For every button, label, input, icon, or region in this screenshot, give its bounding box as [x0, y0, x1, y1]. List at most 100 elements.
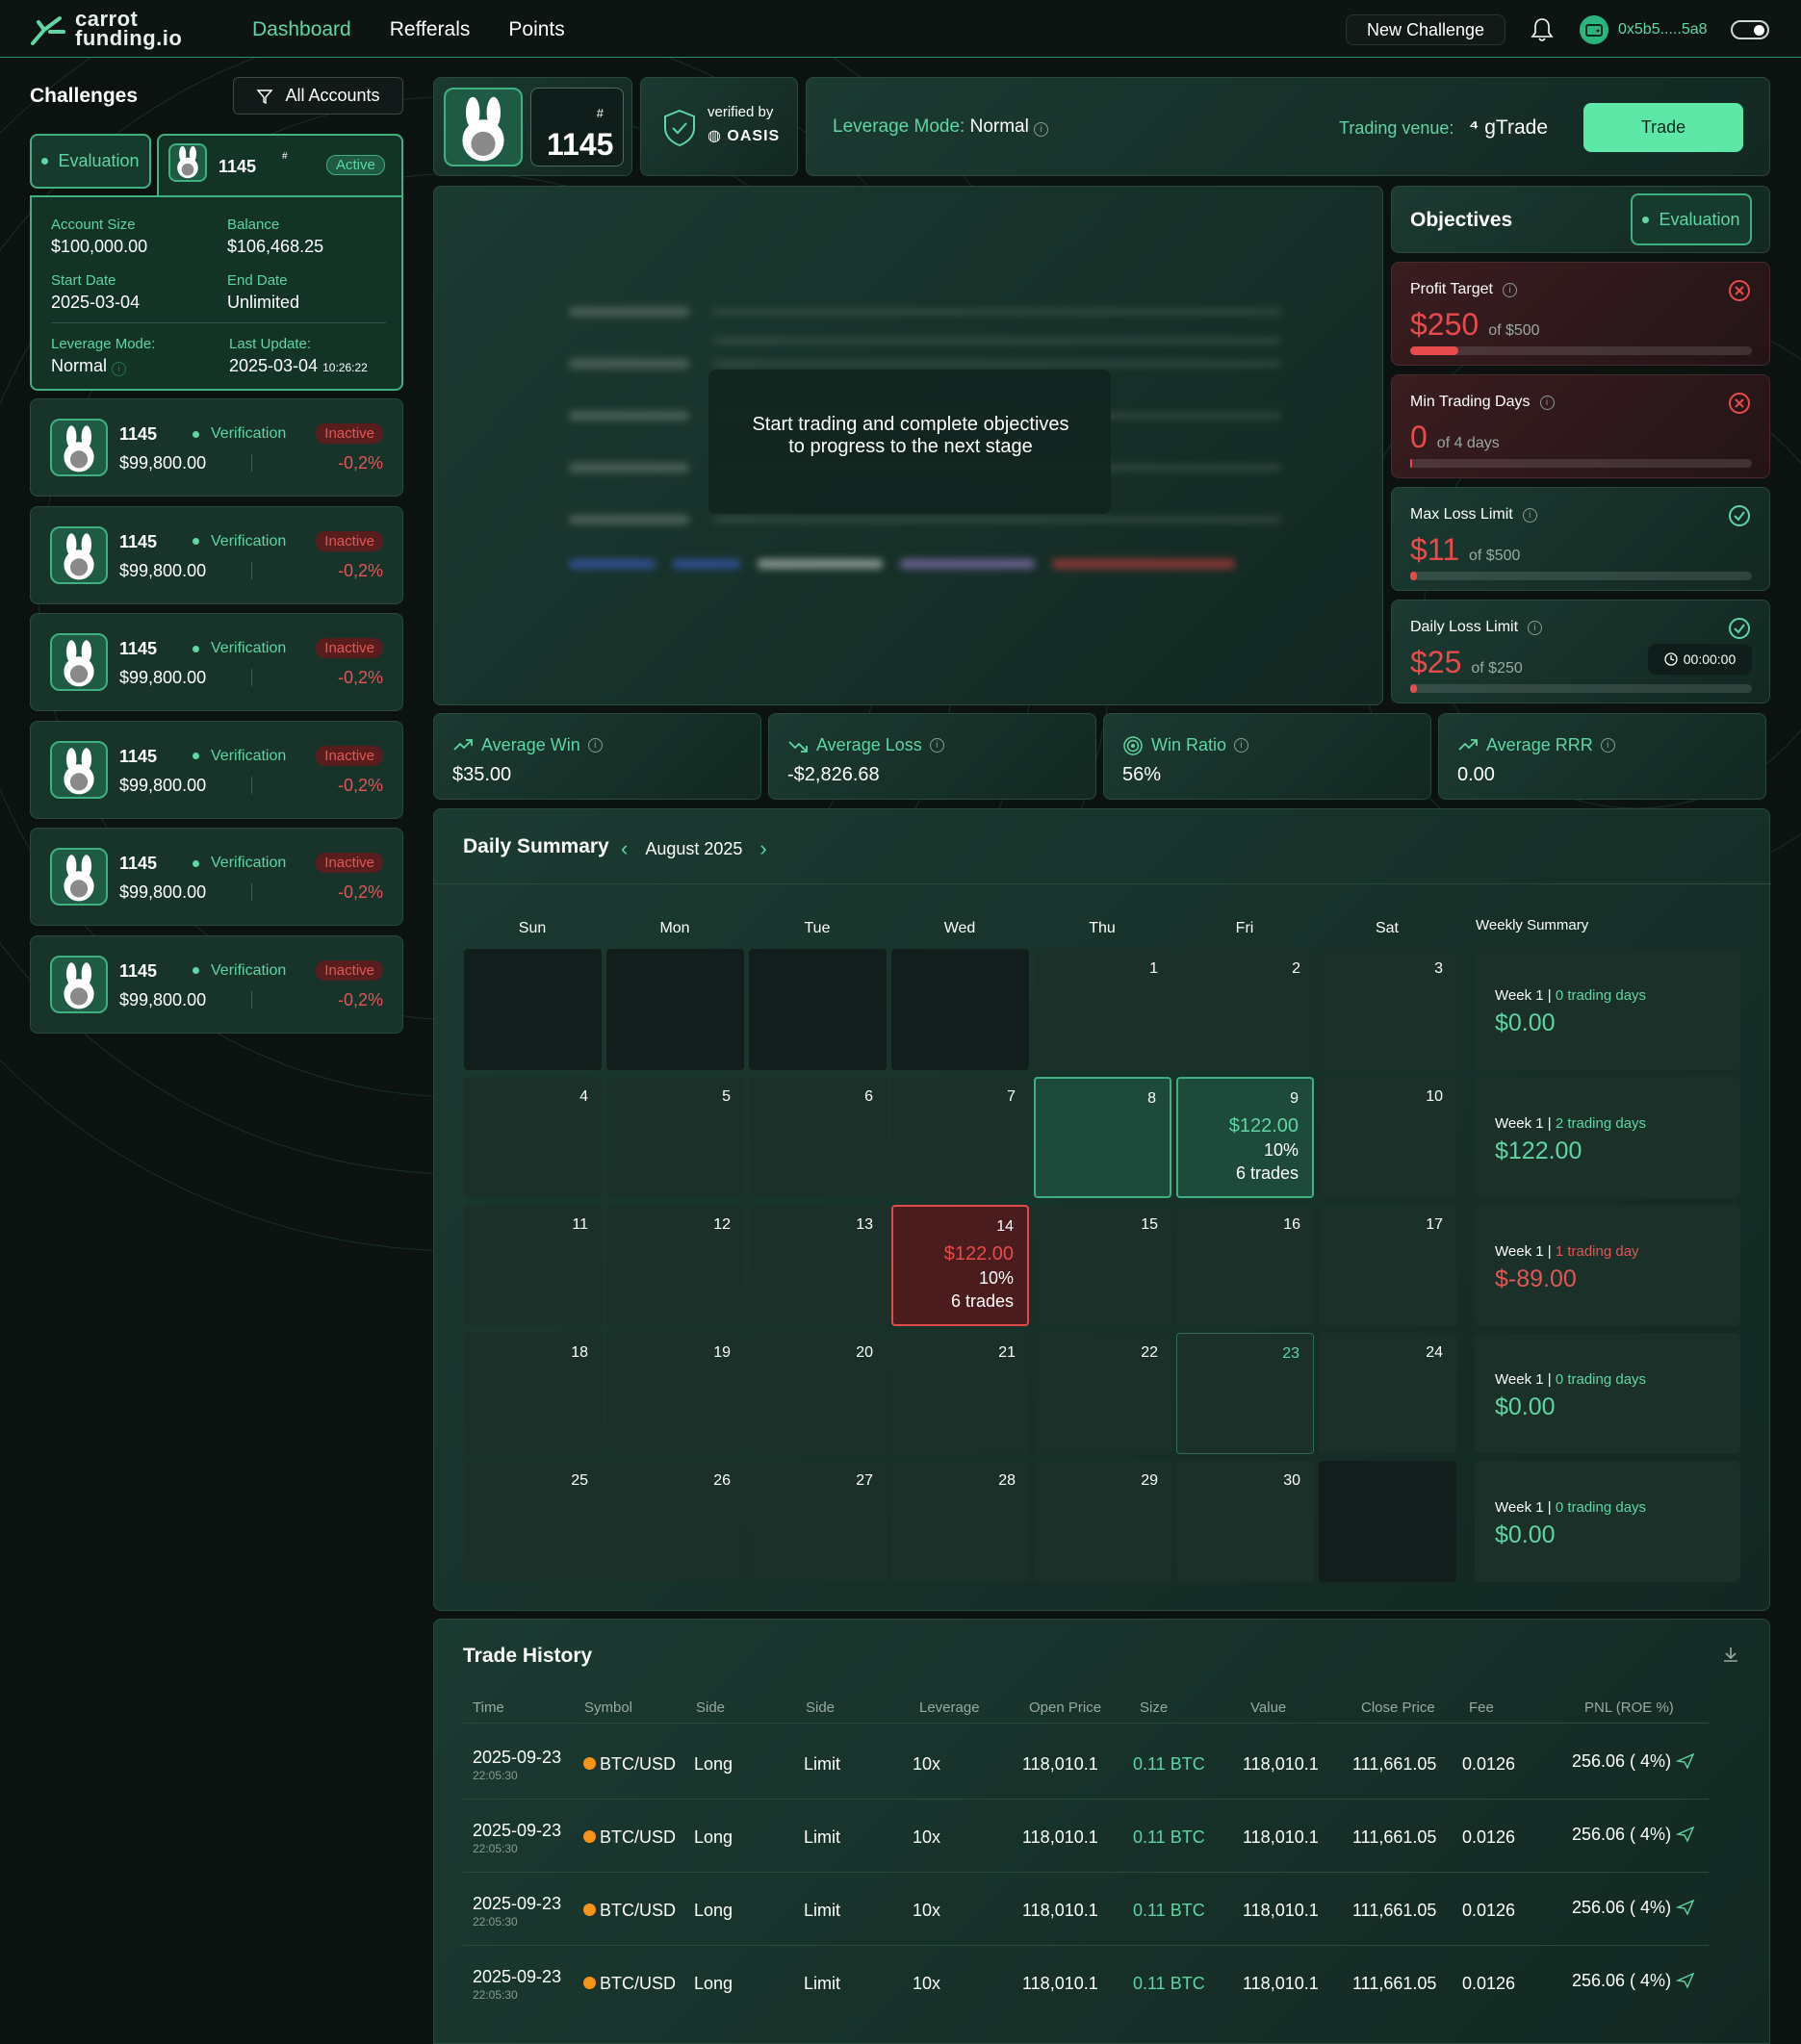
active-account-tab[interactable]: 1145 # Active	[157, 134, 403, 197]
calendar-day[interactable]: 25	[464, 1461, 602, 1582]
trade-type: Limit	[804, 1827, 841, 1847]
trade-symbol: BTC/USD	[583, 1901, 676, 1921]
info-icon[interactable]: i	[1502, 282, 1517, 297]
calendar-day[interactable]: 19	[606, 1333, 744, 1454]
column-header: Leverage	[919, 1699, 980, 1716]
nav-points[interactable]: Points	[508, 18, 564, 41]
theme-toggle[interactable]	[1731, 20, 1769, 39]
account-card[interactable]: 1145 Verification Inactive $99,800.00 -0,2%	[30, 934, 403, 1034]
chevron-left-icon[interactable]: ‹	[621, 836, 628, 861]
account-card[interactable]: 1145 Verification Inactive $99,800.00 -0,2%	[30, 398, 403, 497]
calendar-day[interactable]: 18	[464, 1333, 602, 1454]
objectives-evaluation-badge[interactable]: Evaluation	[1631, 193, 1752, 245]
target-icon	[1123, 735, 1143, 755]
calendar-day[interactable]: 21	[891, 1333, 1029, 1454]
weekly-amount: $0.00	[1495, 1009, 1556, 1036]
trade-row[interactable]: 2025-09-23 22:05:30 BTC/USD Long Limit 10x 118…	[434, 1872, 1771, 1945]
info-icon[interactable]: i	[112, 362, 127, 376]
calendar-day[interactable]: 26	[606, 1461, 744, 1582]
btc-coin-icon	[583, 1757, 596, 1770]
trade-button[interactable]: Trade	[1583, 103, 1743, 152]
calendar-day[interactable]: 28	[891, 1461, 1029, 1582]
active-account-card[interactable]: 1145 # Active Account Size $100,000.00 B…	[30, 134, 403, 391]
account-card[interactable]: 1145 Verification Inactive $99,800.00 -0,2%	[30, 828, 403, 926]
end-date: End Date Unlimited	[227, 272, 300, 312]
check-circle-icon	[1729, 505, 1750, 526]
info-icon[interactable]: i	[929, 738, 944, 753]
calendar-day[interactable]: 30	[1176, 1461, 1314, 1582]
calendar-day[interactable]: 15	[1034, 1205, 1171, 1326]
send-icon[interactable]	[1675, 1899, 1695, 1916]
calendar-day[interactable]: 29	[1034, 1461, 1171, 1582]
calendar-day[interactable]: 13	[749, 1205, 887, 1326]
trade-row[interactable]: 2025-09-23 22:05:30 BTC/USD Long Limit 10x 118…	[434, 1945, 1771, 2018]
calendar-day[interactable]: 7	[891, 1077, 1029, 1198]
trade-row[interactable]: 2025-09-23 22:05:30 BTC/USD Long Limit 10x 118…	[434, 1725, 1771, 1799]
account-card[interactable]: 1145 Verification Inactive $99,800.00 -0,2%	[30, 720, 403, 819]
account-status: Verification	[193, 962, 286, 980]
info-icon[interactable]: i	[587, 738, 603, 753]
daily-summary-panel: Daily Summary ‹ August 2025 › Sun Mon Tue W…	[433, 808, 1771, 1611]
calendar-day[interactable]: 27	[749, 1461, 887, 1582]
column-header: Time	[473, 1699, 504, 1716]
calendar-day[interactable]: 2	[1176, 949, 1314, 1070]
calendar-day[interactable]: 3	[1319, 949, 1456, 1070]
info-icon[interactable]: i	[1034, 122, 1049, 137]
equity-chart-placeholder: Start trading and complete objectives to…	[433, 186, 1383, 705]
x-circle-icon	[1729, 393, 1750, 414]
trading-venue-label: Trading venue:	[1339, 118, 1454, 138]
calendar-day[interactable]: 10	[1319, 1077, 1456, 1198]
calendar-day[interactable]: 24	[1319, 1333, 1456, 1454]
wallet-button[interactable]: 0x5b5.....5a8	[1580, 15, 1708, 44]
calendar-day[interactable]: 23	[1176, 1333, 1314, 1454]
brand-logo[interactable]: carrot funding.io	[29, 9, 182, 49]
calendar-day[interactable]: 16	[1176, 1205, 1314, 1326]
account-number: 1145	[119, 854, 158, 873]
account-status: Verification	[193, 533, 286, 550]
calendar-day[interactable]: 22	[1034, 1333, 1171, 1454]
account-card[interactable]: 1145 Verification Inactive $99,800.00 -0,2%	[30, 613, 403, 711]
trade-close: 111,661.05	[1352, 1754, 1437, 1774]
download-icon[interactable]	[1721, 1645, 1740, 1664]
send-icon[interactable]	[1675, 1972, 1695, 1989]
account-id-box: # 1145	[433, 77, 632, 176]
trade-leverage: 10x	[913, 1901, 941, 1920]
nav-dashboard[interactable]: Dashboard	[252, 18, 351, 41]
info-icon[interactable]: i	[1600, 738, 1615, 753]
calendar-day[interactable]: 9 $122.00 10% 6 trades	[1176, 1077, 1314, 1198]
calendar-day[interactable]: 20	[749, 1333, 887, 1454]
bell-icon[interactable]	[1531, 17, 1554, 42]
send-icon[interactable]	[1675, 1752, 1695, 1770]
calendar-day[interactable]: 6	[749, 1077, 887, 1198]
send-icon[interactable]	[1675, 1826, 1695, 1843]
nav-referrals[interactable]: Refferals	[390, 18, 471, 41]
info-icon[interactable]: i	[1528, 620, 1543, 635]
trade-row[interactable]: 2025-09-23 22:05:30 BTC/USD Long Limit 10x 118…	[434, 1799, 1771, 1872]
chevron-right-icon[interactable]: ›	[759, 836, 766, 861]
calendar-day[interactable]: 14 $122.00 10% 6 trades	[891, 1205, 1029, 1326]
calendar-day[interactable]: 11	[464, 1205, 602, 1326]
wallet-icon	[1580, 15, 1608, 44]
trade-open: 118,010.1	[1022, 1974, 1098, 1993]
objective-name: Daily Loss Limit i	[1410, 619, 1543, 636]
column-header: PNL (ROE %)	[1584, 1699, 1674, 1716]
calendar-day[interactable]: 12	[606, 1205, 744, 1326]
account-number: 1145	[119, 746, 158, 766]
calendar-day[interactable]: 4	[464, 1077, 602, 1198]
calendar-day[interactable]: 5	[606, 1077, 744, 1198]
inactive-badge: Inactive	[316, 530, 383, 551]
day-pnl: $122.00	[1228, 1115, 1299, 1137]
objective-progress-bar	[1410, 459, 1752, 468]
calendar-day[interactable]: 1	[1034, 949, 1171, 1070]
info-icon[interactable]: i	[1539, 395, 1555, 410]
calendar-day[interactable]: 17	[1319, 1205, 1456, 1326]
account-amount: $99,800.00	[119, 775, 207, 795]
new-challenge-button[interactable]: New Challenge	[1346, 14, 1505, 45]
account-amount: $99,800.00	[119, 668, 207, 687]
all-accounts-filter[interactable]: All Accounts	[233, 77, 403, 115]
objective-value: $25 of $250	[1410, 645, 1523, 679]
calendar-day[interactable]: 8	[1034, 1077, 1171, 1198]
info-icon[interactable]: i	[1234, 738, 1249, 753]
account-card[interactable]: 1145 Verification Inactive $99,800.00 -0,2%	[30, 505, 403, 604]
info-icon[interactable]: i	[1522, 507, 1537, 523]
